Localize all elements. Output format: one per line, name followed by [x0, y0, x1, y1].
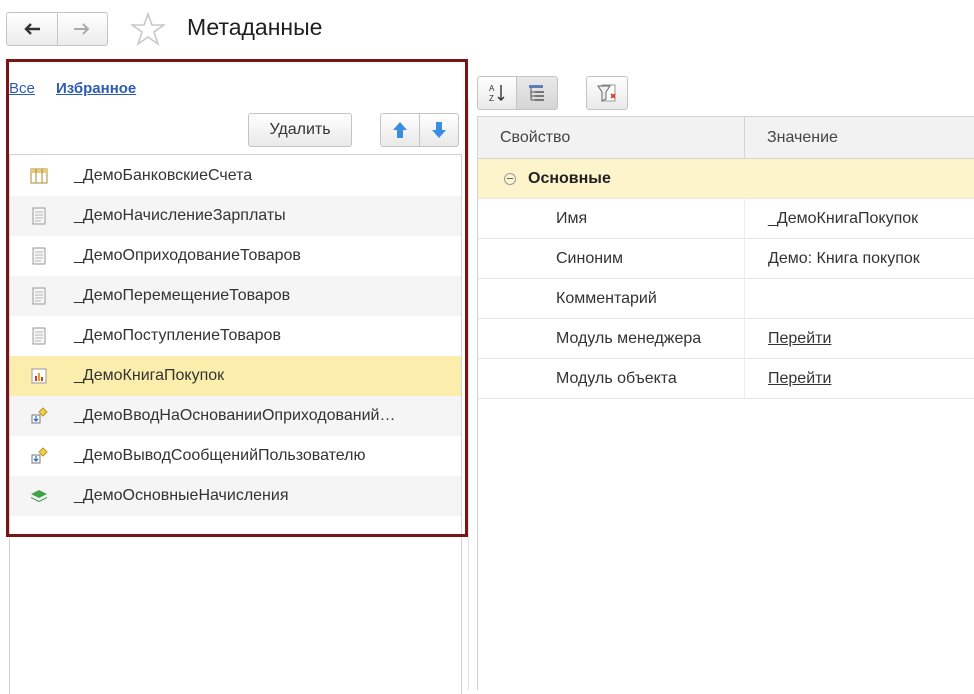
list-item-label: _ДемоВводНаОснованииОприходований…	[74, 407, 396, 424]
property-value[interactable]: _ДемоКнигаПокупок	[768, 210, 918, 228]
collapse-icon[interactable]	[504, 173, 516, 185]
cell-separator	[744, 279, 745, 319]
list-item-label: _ДемоКнигаПокупок	[74, 367, 225, 384]
property-row[interactable]: Имя _ДемоКнигаПокупок	[478, 199, 974, 239]
object-module-link[interactable]: Перейти	[768, 370, 831, 388]
filter-icon	[597, 84, 616, 102]
move-down-button[interactable]	[419, 113, 459, 147]
page-title: Метаданные	[187, 14, 323, 40]
cell-separator	[744, 359, 745, 399]
group-by-category-button[interactable]	[516, 76, 558, 110]
list-item-label: _ДемоПеремещениеТоваров	[74, 287, 291, 304]
cell-separator	[744, 199, 745, 239]
property-name: Модуль менеджера	[556, 330, 702, 347]
report-icon	[31, 368, 47, 384]
document-icon	[32, 247, 46, 265]
document-icon	[32, 207, 46, 225]
property-row[interactable]: Модуль объекта Перейти	[478, 359, 974, 399]
list-item[interactable]: _ДемоОприходованиеТоваров	[10, 236, 461, 276]
arrow-left-icon	[24, 23, 40, 35]
list-item-label: _ДемоОприходованиеТоваров	[74, 247, 301, 264]
property-row[interactable]: Модуль менеджера Перейти	[478, 319, 974, 359]
group-label: Основные	[528, 170, 611, 187]
document-icon	[32, 287, 46, 305]
cell-separator	[744, 319, 745, 359]
property-name: Имя	[556, 210, 588, 227]
list-item[interactable]: _ДемоВводНаОснованииОприходований…	[10, 396, 461, 436]
star-icon[interactable]	[131, 12, 165, 46]
forward-button[interactable]	[56, 13, 108, 45]
catalog-icon	[30, 168, 48, 184]
property-name: Синоним	[556, 250, 623, 267]
move-up-button[interactable]	[380, 113, 420, 147]
navigation-buttons	[6, 12, 108, 46]
list-item-label: _ДемоВыводСообщенийПользователю	[74, 447, 366, 464]
tree-view-icon	[529, 85, 544, 101]
arrow-up-icon	[393, 122, 407, 138]
list-item[interactable]: _ДемоПеремещениеТоваров	[10, 276, 461, 316]
list-item-label: _ДемоОсновныеНачисления	[74, 487, 289, 504]
sort-az-icon: A Z	[489, 84, 505, 103]
list-item[interactable]: _ДемоВыводСообщенийПользователю	[10, 436, 461, 476]
properties-grid: Свойство Значение Основные Имя _ДемоКниг…	[477, 116, 974, 690]
filter-favorites-link[interactable]: Избранное	[56, 80, 136, 97]
property-value[interactable]: Демо: Книга покупок	[768, 250, 920, 268]
list-item[interactable]: _ДемоПоступлениеТоваров	[10, 316, 461, 356]
list-item-label: _ДемоНачислениеЗарплаты	[74, 207, 286, 224]
processing-icon	[31, 447, 48, 464]
favorites-list: _ДемоБанковскиеСчета _ДемоНачислениеЗарп…	[9, 154, 462, 694]
pane-divider[interactable]	[468, 100, 469, 690]
list-item-label: _ДемоБанковскиеСчета	[74, 167, 253, 184]
document-icon	[32, 327, 46, 345]
grid-header: Свойство Значение	[478, 116, 974, 159]
cell-separator	[744, 239, 745, 279]
svg-text:A: A	[489, 84, 495, 93]
list-item[interactable]: _ДемоБанковскиеСчета	[10, 156, 461, 196]
property-row[interactable]: Синоним Демо: Книга покупок	[478, 239, 974, 279]
property-name: Комментарий	[556, 290, 657, 307]
column-header-value[interactable]: Значение	[767, 129, 838, 147]
column-header-property[interactable]: Свойство	[500, 129, 570, 147]
list-item[interactable]: _ДемоОсновныеНачисления	[10, 476, 461, 516]
delete-button[interactable]: Удалить	[248, 113, 352, 147]
property-name: Модуль объекта	[556, 370, 677, 387]
list-item[interactable]: _ДемоНачислениеЗарплаты	[10, 196, 461, 236]
processing-icon	[31, 407, 48, 424]
manager-module-link[interactable]: Перейти	[768, 330, 831, 348]
group-row[interactable]: Основные	[478, 159, 974, 199]
back-button[interactable]	[7, 13, 57, 45]
list-item-label: _ДемоПоступлениеТоваров	[74, 327, 281, 344]
sort-alphabetically-button[interactable]: A Z	[477, 76, 517, 110]
list-item-selected[interactable]: _ДемоКнигаПокупок	[10, 356, 461, 396]
arrow-down-icon	[432, 122, 446, 138]
property-row[interactable]: Комментарий	[478, 279, 974, 319]
arrow-right-icon	[74, 23, 90, 35]
filter-properties-button[interactable]	[586, 76, 628, 110]
svg-text:Z: Z	[489, 94, 494, 103]
calculation-type-icon	[31, 490, 47, 502]
filter-all-link[interactable]: Все	[9, 80, 35, 97]
column-separator[interactable]	[744, 117, 745, 159]
